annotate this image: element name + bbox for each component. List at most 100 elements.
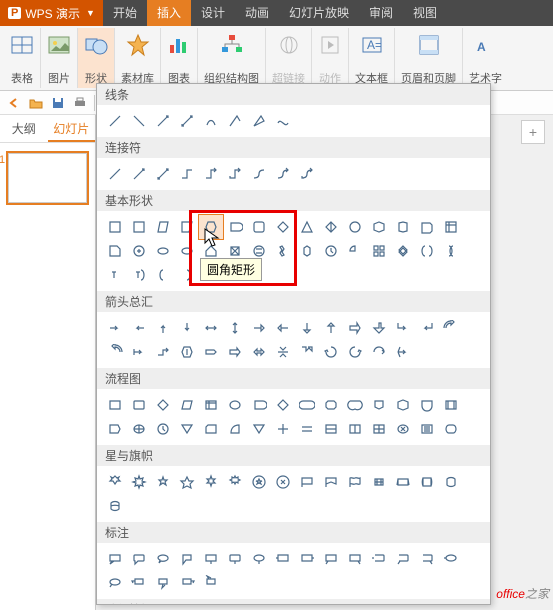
shape-item[interactable] [223, 417, 247, 441]
shape-item[interactable] [103, 340, 127, 364]
ribbon-link[interactable]: 超链接 [266, 28, 312, 88]
shape-item[interactable] [151, 215, 175, 239]
menu-开始[interactable]: 开始 [103, 0, 147, 26]
folder-open-icon[interactable] [28, 95, 44, 111]
shape-item[interactable] [223, 215, 247, 239]
shape-item[interactable] [103, 571, 127, 595]
add-button[interactable]: + [521, 120, 545, 144]
shape-item[interactable] [151, 340, 175, 364]
shape-item[interactable] [151, 239, 175, 263]
shape-item[interactable] [151, 417, 175, 441]
app-logo[interactable]: PWPS 演示▼ [0, 0, 103, 26]
shape-item[interactable] [271, 547, 295, 571]
shape-item[interactable] [295, 547, 319, 571]
shape-item[interactable] [391, 470, 415, 494]
shape-item[interactable] [247, 417, 271, 441]
shape-item[interactable] [271, 239, 295, 263]
ribbon-shapes[interactable]: 形状 [78, 28, 115, 88]
shape-item[interactable] [151, 316, 175, 340]
shape-item[interactable] [391, 393, 415, 417]
shape-item[interactable] [295, 316, 319, 340]
shape-item[interactable] [103, 263, 127, 287]
shape-item[interactable] [415, 215, 439, 239]
shape-item[interactable] [343, 340, 367, 364]
shape-item[interactable] [391, 417, 415, 441]
shape-item[interactable] [271, 215, 295, 239]
shape-item[interactable] [391, 340, 415, 364]
shape-item[interactable] [199, 571, 223, 595]
shape-item[interactable] [295, 215, 319, 239]
shape-item[interactable] [367, 316, 391, 340]
ribbon-org[interactable]: 组织结构图 [198, 28, 266, 88]
shape-item[interactable] [223, 547, 247, 571]
shape-item[interactable] [127, 215, 151, 239]
shape-item[interactable] [103, 417, 127, 441]
shape-item[interactable] [223, 340, 247, 364]
slide-thumbnail[interactable] [8, 153, 87, 203]
shape-item[interactable] [247, 470, 271, 494]
shape-item[interactable] [271, 470, 295, 494]
shape-item[interactable] [367, 470, 391, 494]
shape-item[interactable] [247, 215, 271, 239]
ribbon-chart[interactable]: 图表 [161, 28, 198, 88]
shape-item[interactable] [151, 470, 175, 494]
shape-item[interactable] [415, 547, 439, 571]
shape-item[interactable] [439, 547, 463, 571]
shape-item[interactable] [199, 316, 223, 340]
shape-item[interactable] [343, 239, 367, 263]
shape-item[interactable] [271, 109, 295, 133]
shape-item[interactable] [223, 316, 247, 340]
left-tab-0[interactable]: 大纲 [0, 115, 48, 142]
shape-item[interactable] [343, 547, 367, 571]
shape-item[interactable] [175, 263, 199, 287]
shape-item[interactable] [247, 393, 271, 417]
shape-item[interactable] [199, 215, 223, 239]
shape-item[interactable] [367, 340, 391, 364]
shape-item[interactable] [295, 393, 319, 417]
shape-item[interactable] [175, 109, 199, 133]
ribbon-star[interactable]: 素材库 [115, 28, 161, 88]
ribbon-textbox[interactable]: A=文本框 [349, 28, 395, 88]
shape-item[interactable] [127, 162, 151, 186]
shape-item[interactable] [319, 417, 343, 441]
shape-item[interactable] [103, 316, 127, 340]
shape-item[interactable] [103, 109, 127, 133]
shape-item[interactable] [103, 393, 127, 417]
shape-item[interactable] [223, 109, 247, 133]
shape-item[interactable] [151, 547, 175, 571]
shape-item[interactable] [199, 340, 223, 364]
menu-视图[interactable]: 视图 [403, 0, 447, 26]
shape-item[interactable] [343, 393, 367, 417]
shape-item[interactable] [103, 162, 127, 186]
shape-item[interactable] [151, 393, 175, 417]
shape-item[interactable] [319, 316, 343, 340]
shape-item[interactable] [103, 470, 127, 494]
shape-item[interactable] [391, 316, 415, 340]
shape-item[interactable] [271, 393, 295, 417]
shape-item[interactable] [295, 239, 319, 263]
shape-item[interactable] [103, 239, 127, 263]
shape-item[interactable] [151, 263, 175, 287]
shape-item[interactable] [439, 316, 463, 340]
shape-item[interactable] [103, 215, 127, 239]
shape-item[interactable] [127, 547, 151, 571]
shape-item[interactable] [367, 417, 391, 441]
shape-item[interactable] [343, 316, 367, 340]
shape-item[interactable] [175, 239, 199, 263]
shape-item[interactable] [295, 162, 319, 186]
shape-item[interactable] [295, 340, 319, 364]
shape-item[interactable] [223, 470, 247, 494]
shape-item[interactable] [439, 215, 463, 239]
menu-插入[interactable]: 插入 [147, 0, 191, 26]
shape-item[interactable] [151, 571, 175, 595]
shape-item[interactable] [271, 340, 295, 364]
shape-item[interactable] [343, 470, 367, 494]
shape-item[interactable] [127, 393, 151, 417]
shape-item[interactable] [319, 393, 343, 417]
shape-item[interactable] [175, 340, 199, 364]
shape-item[interactable] [127, 239, 151, 263]
shape-item[interactable] [439, 239, 463, 263]
shape-item[interactable] [415, 316, 439, 340]
shape-item[interactable] [439, 470, 463, 494]
shape-item[interactable] [199, 417, 223, 441]
